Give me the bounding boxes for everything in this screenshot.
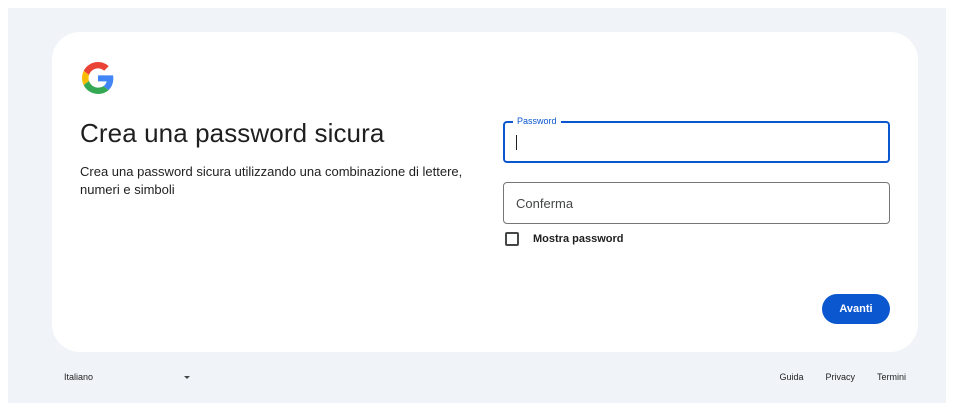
terms-link[interactable]: Termini [877,372,906,382]
show-password-checkbox[interactable] [505,232,519,246]
google-g-icon [82,62,114,94]
confirm-password-field[interactable]: Conferma [503,182,890,224]
help-link[interactable]: Guida [779,372,803,382]
show-password-toggle[interactable]: Mostra password [505,232,623,246]
show-password-label: Mostra password [533,233,624,245]
password-field-label: Password [513,115,561,127]
footer-links: Guida Privacy Termini [779,372,906,382]
language-label: Italiano [64,372,94,382]
next-button[interactable]: Avanti [822,294,890,324]
text-caret [516,135,517,150]
chevron-down-icon [184,376,190,379]
page-title: Crea una password sicura [80,118,385,148]
footer: Italiano Guida Privacy Termini [8,360,946,392]
password-field[interactable]: Password [503,115,890,163]
language-selector[interactable]: Italiano [64,372,204,382]
privacy-link[interactable]: Privacy [825,372,855,382]
confirm-field-placeholder: Conferma [516,196,574,211]
page-subtitle: Crea una password sicura utilizzando una… [80,164,463,197]
